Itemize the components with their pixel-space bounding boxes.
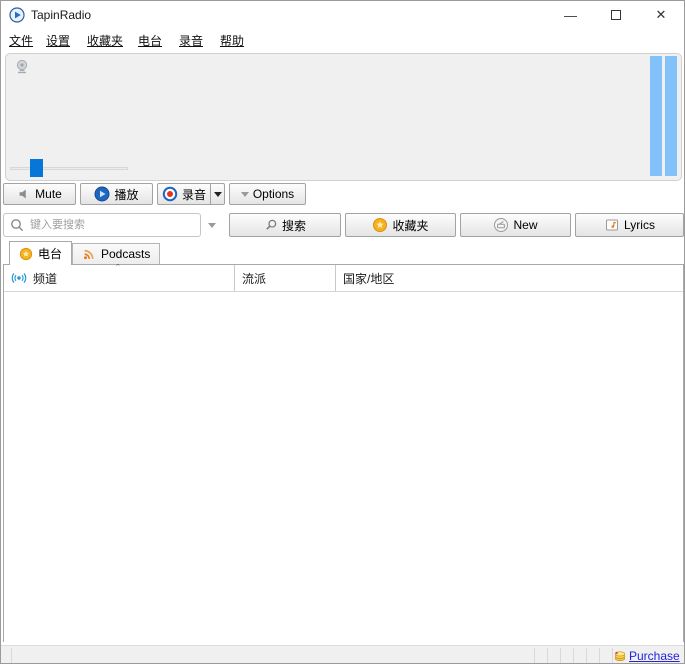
table-body-empty[interactable] — [4, 292, 683, 642]
chevron-down-icon — [208, 222, 216, 228]
speaker-icon — [19, 189, 26, 199]
column-channel-label: 频道 — [33, 271, 58, 286]
minimize-icon: — — [564, 7, 577, 23]
star-icon — [19, 247, 33, 260]
app-window: TapinRadio — ✕ 文件 设置 收藏夹 电台 录音 帮助 Mute 播… — [0, 0, 685, 664]
search-button-label: 搜索 — [281, 218, 306, 233]
play-icon — [94, 186, 110, 202]
volume-slider-track[interactable] — [10, 167, 128, 170]
status-divider — [573, 648, 574, 663]
volume-slider-handle[interactable] — [30, 159, 43, 177]
mute-button[interactable]: Mute — [3, 183, 76, 205]
status-divider — [11, 648, 12, 663]
radio-icon — [16, 59, 28, 74]
column-genre-label: 流派 — [242, 271, 267, 286]
status-divider — [534, 648, 535, 663]
new-button-label: New — [513, 218, 538, 232]
sort-ascending-icon: ˆ — [116, 263, 120, 275]
search-history-dropdown[interactable] — [201, 213, 223, 237]
purchase-icon — [614, 651, 626, 662]
vu-meter-left — [650, 56, 662, 176]
search-icon — [11, 219, 24, 232]
menu-help[interactable]: 帮助 — [220, 32, 244, 49]
options-label: Options — [252, 187, 295, 201]
status-divider — [547, 648, 548, 663]
favorites-button[interactable]: 收藏夹 — [345, 213, 456, 237]
status-divider — [560, 648, 561, 663]
menu-station[interactable]: 电台 — [138, 32, 162, 49]
play-button[interactable]: 播放 — [80, 183, 153, 205]
search-icon — [266, 219, 277, 230]
close-button[interactable]: ✕ — [638, 1, 684, 29]
column-header-country[interactable]: 国家/地区 — [335, 265, 683, 291]
chevron-down-icon — [240, 191, 249, 197]
mute-label: Mute — [35, 187, 62, 201]
column-country-label: 国家/地区 — [343, 271, 395, 286]
status-divider — [599, 648, 600, 663]
new-button[interactable]: New — [460, 213, 571, 237]
menu-bar: 文件 设置 收藏夹 电台 录音 帮助 — [1, 29, 684, 50]
tab-podcasts[interactable]: Podcasts — [72, 243, 161, 264]
search-button[interactable]: 搜索 — [229, 213, 341, 237]
title-bar: TapinRadio — ✕ — [1, 1, 684, 29]
new-station-icon — [494, 218, 509, 232]
stations-table: 频道 流派 国家/地区 ˆ — [3, 263, 684, 642]
close-icon: ✕ — [655, 7, 667, 22]
menu-settings[interactable]: 设置 — [46, 32, 70, 49]
status-bar: Purchase — [1, 645, 684, 663]
rss-icon — [84, 249, 94, 260]
search-input[interactable] — [3, 213, 201, 237]
now-playing-panel — [5, 53, 682, 181]
menu-recording[interactable]: 录音 — [179, 32, 203, 49]
maximize-icon — [610, 10, 621, 20]
vu-meter-right — [665, 56, 677, 176]
status-divider — [586, 648, 587, 663]
lyrics-button-label: Lyrics — [624, 218, 655, 232]
menu-file[interactable]: 文件 — [9, 32, 33, 49]
maximize-button[interactable] — [593, 1, 638, 29]
record-icon — [162, 186, 178, 202]
tab-podcasts-label: Podcasts — [101, 247, 151, 261]
purchase-link[interactable]: Purchase — [629, 649, 680, 663]
record-dropdown-button[interactable] — [210, 183, 225, 205]
lyrics-button[interactable]: Lyrics — [575, 213, 684, 237]
record-label: 录音 — [181, 187, 206, 202]
star-icon — [373, 218, 388, 232]
record-button[interactable]: 录音 — [157, 183, 210, 205]
tab-stations[interactable]: 电台 — [9, 241, 73, 265]
minimize-button[interactable]: — — [548, 1, 593, 29]
play-label: 播放 — [114, 187, 139, 202]
window-title: TapinRadio — [31, 8, 92, 22]
lyrics-icon — [606, 219, 619, 231]
favorites-button-label: 收藏夹 — [392, 218, 429, 233]
search-field-wrap — [3, 213, 201, 237]
table-header-row: 频道 流派 国家/地区 ˆ — [4, 263, 683, 292]
options-button[interactable]: Options — [229, 183, 306, 205]
chevron-down-icon — [213, 191, 222, 197]
broadcast-icon — [11, 273, 27, 283]
menu-favorites[interactable]: 收藏夹 — [87, 32, 123, 49]
column-header-genre[interactable]: 流派 — [234, 265, 335, 291]
app-logo-icon — [9, 7, 25, 23]
tab-stations-label: 电台 — [38, 247, 63, 261]
